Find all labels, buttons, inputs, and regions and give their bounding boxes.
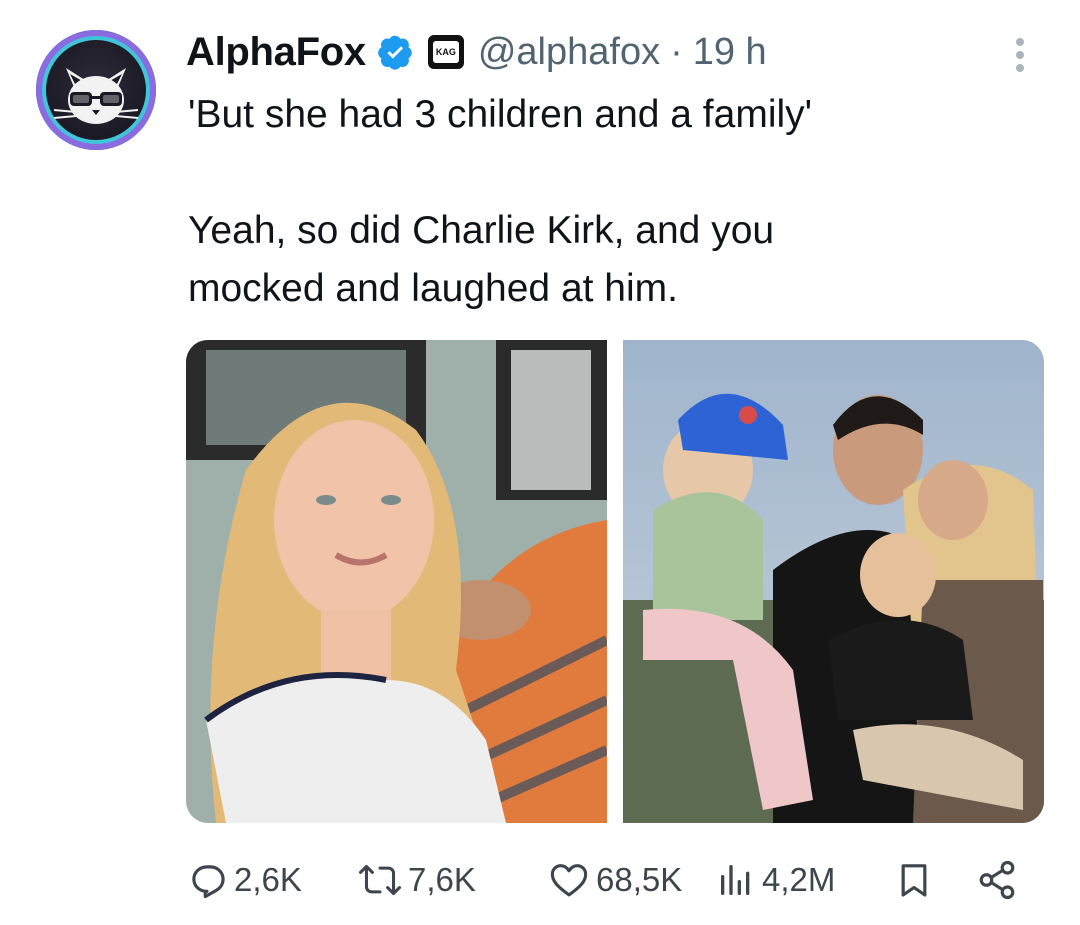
header-separator: · <box>670 30 683 73</box>
views-count: 4,2M <box>762 861 836 898</box>
cat-with-glasses-avatar-icon <box>53 68 139 124</box>
author-name[interactable]: AlphaFox <box>186 30 366 75</box>
tweet-text-line: Yeah, so did Charlie Kirk, and you <box>188 209 775 252</box>
tweet-media <box>186 340 1044 823</box>
tweet-text-line: 'But she had 3 children and a family' <box>188 93 813 136</box>
like-count: 68,5K <box>596 861 683 898</box>
views-bar-chart-icon <box>721 865 750 895</box>
reply-icon <box>192 865 225 899</box>
reply-count: 2,6K <box>234 861 302 898</box>
heart-icon <box>550 864 588 897</box>
more-vertical-icon[interactable] <box>1008 36 1032 76</box>
author-handle[interactable]: @alphafox <box>478 31 660 74</box>
repost-button[interactable]: 7,6K <box>358 850 476 910</box>
views-button[interactable]: 4,2M <box>716 850 835 910</box>
like-button[interactable]: 68,5K <box>548 850 682 910</box>
photo-family[interactable] <box>623 340 1044 823</box>
tweet-text-line: mocked and laughed at him. <box>188 267 678 310</box>
tweet-actions: 2,6K 7,6K 68,5K 4,2M <box>186 850 1036 910</box>
affiliation-badge[interactable]: KAG <box>427 35 464 69</box>
tweet-timestamp[interactable]: 19 h <box>693 31 767 74</box>
tweet-header: AlphaFox KAG @alphafox · 19 h <box>186 24 767 80</box>
reply-button[interactable]: 2,6K <box>186 850 302 910</box>
tweet-text: 'But she had 3 children and a family' Ye… <box>188 86 1048 318</box>
photo-woman-portrait[interactable] <box>186 340 610 823</box>
share-button[interactable] <box>976 850 1018 910</box>
affiliation-badge-label: KAG <box>432 41 459 63</box>
bookmark-icon <box>901 864 927 897</box>
repost-icon <box>359 864 401 896</box>
repost-count: 7,6K <box>408 861 476 898</box>
share-icon <box>979 860 1015 900</box>
verified-badge-icon[interactable] <box>377 34 414 70</box>
author-avatar[interactable] <box>36 30 156 150</box>
bookmark-button[interactable] <box>894 850 934 910</box>
